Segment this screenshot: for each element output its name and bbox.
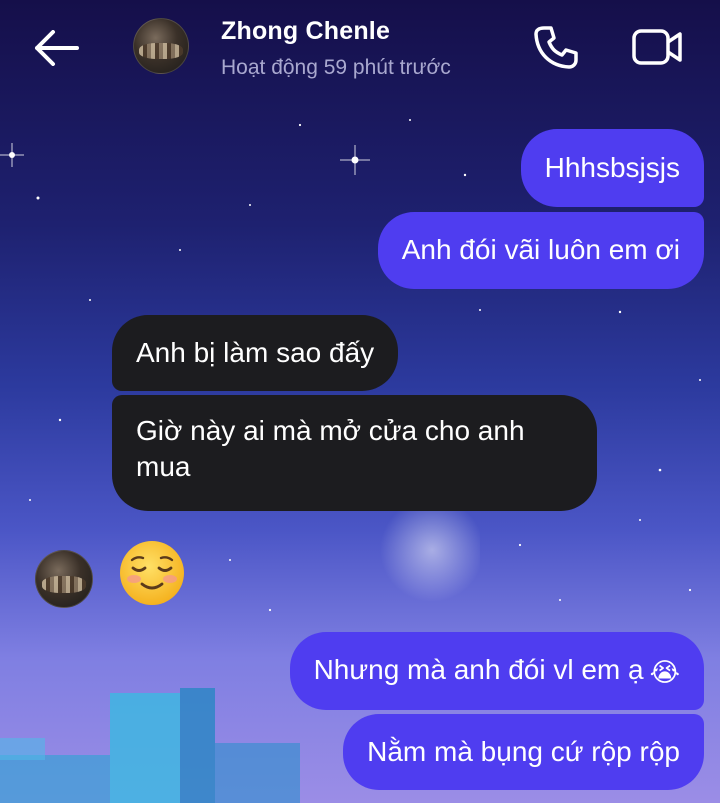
city-buildings-decoration (0, 688, 300, 803)
contact-status: Hoạt động 59 phút trước (221, 56, 451, 79)
video-camera-icon (632, 29, 682, 65)
message-text: Nhưng mà anh đói vl em ạ (313, 654, 644, 685)
message-bubble-sent[interactable]: Nhưng mà anh đói vl em ạ 😭 (289, 632, 704, 710)
message-text-line: mua (136, 451, 191, 482)
crescent-moon-decoration (370, 500, 480, 602)
message-bubble-sent[interactable]: Anh đói vãi luôn em ơi (377, 212, 704, 289)
contact-name[interactable]: Zhong Chenle (221, 17, 390, 46)
voice-call-button[interactable] (529, 22, 583, 72)
loudly-crying-emoji: 😭 (649, 658, 680, 688)
message-bubble-received[interactable]: Anh bị làm sao đấy (112, 315, 399, 391)
message-bubble-sent[interactable]: Hhhsbsjsjs (520, 129, 704, 207)
phone-icon (534, 26, 578, 69)
sender-avatar[interactable] (35, 550, 93, 608)
message-text-line: Giờ này ai mà mở cửa cho anh (136, 415, 525, 446)
back-button[interactable] (30, 26, 82, 70)
contact-avatar[interactable] (133, 18, 189, 74)
message-bubble-received[interactable]: Giờ này ai mà mở cửa cho anh mua (112, 395, 597, 511)
video-call-button[interactable] (628, 22, 686, 72)
arrow-left-icon (35, 30, 79, 66)
smiling-face-emoji[interactable] (118, 539, 186, 607)
message-bubble-sent[interactable]: Nằm mà bụng cứ rộp rộp (343, 714, 704, 790)
chat-header: Zhong Chenle Hoạt động 59 phút trước (0, 0, 720, 100)
